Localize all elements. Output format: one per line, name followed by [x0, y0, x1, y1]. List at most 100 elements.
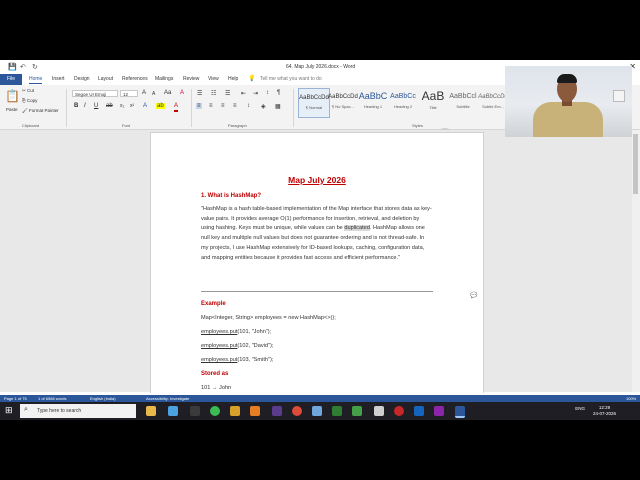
word-icon[interactable] — [455, 406, 465, 418]
decrease-indent-icon[interactable]: ⇤ — [241, 90, 246, 97]
style-title[interactable]: AaB Title — [418, 88, 448, 116]
shading-icon[interactable]: ◈ — [261, 103, 266, 110]
app-icon[interactable] — [414, 406, 424, 416]
shrink-font-icon[interactable]: A — [152, 91, 155, 97]
app-icon[interactable] — [394, 406, 404, 416]
style-subtitle[interactable]: AaBbCcl Subtitle — [448, 88, 478, 116]
body-paragraph: "HashMap is a hash table-based implement… — [201, 206, 432, 261]
app-icon[interactable] — [272, 406, 282, 416]
page-count[interactable]: Page 1 of 75 — [4, 396, 27, 401]
lightbulb-icon: 💡 — [248, 76, 256, 82]
vlc-icon[interactable] — [250, 406, 260, 416]
tab-mailings[interactable]: Mailings — [155, 76, 173, 82]
font-family-select[interactable]: Segoe UI Emoji — [72, 90, 118, 97]
taskbar-search[interactable]: ⌕ Type here to search — [20, 404, 136, 418]
undo-icon[interactable]: ↶ — [20, 63, 26, 71]
app-icon[interactable] — [190, 406, 200, 416]
zoom-level[interactable]: 100% — [626, 396, 636, 401]
tab-home[interactable]: Home — [29, 76, 43, 84]
app-icon[interactable] — [230, 406, 240, 416]
format-painter-button[interactable]: 🖌 Format Painter — [22, 108, 59, 114]
tab-help[interactable]: Help — [228, 76, 238, 82]
language-indicator[interactable]: English (India) — [90, 396, 116, 401]
status-bar: Page 1 of 75 1 of 6586 words English (In… — [0, 395, 640, 402]
change-case-icon[interactable]: Aa — [164, 90, 171, 96]
strikethrough-icon[interactable]: ab — [106, 103, 113, 109]
align-right-icon[interactable]: ≡ — [221, 103, 225, 109]
text-effects-icon[interactable]: A — [143, 103, 147, 109]
wall-switch — [613, 90, 625, 102]
vertical-scrollbar[interactable] — [632, 130, 640, 392]
align-center-icon[interactable]: ≡ — [209, 103, 213, 109]
highlight-icon[interactable]: ab — [156, 103, 165, 109]
tab-design[interactable]: Design — [74, 76, 90, 82]
increase-indent-icon[interactable]: ⇥ — [253, 90, 258, 97]
tab-review[interactable]: Review — [183, 76, 199, 82]
horizontal-rule — [201, 291, 433, 292]
person-body — [533, 102, 603, 137]
bold-icon[interactable]: B — [74, 103, 78, 109]
underline-icon[interactable]: U — [94, 103, 98, 109]
font-color-icon[interactable]: A — [174, 103, 179, 112]
numbering-icon[interactable]: ☷ — [211, 90, 216, 97]
tab-references[interactable]: References — [122, 76, 148, 82]
save-icon[interactable]: 💾 — [8, 63, 17, 71]
app-icon[interactable] — [312, 406, 322, 416]
redo-icon[interactable]: ↻ — [32, 63, 38, 71]
show-formatting-icon[interactable]: ¶ — [277, 90, 280, 96]
bullets-icon[interactable]: ☰ — [197, 90, 202, 97]
app-icon[interactable] — [210, 406, 220, 416]
app-icon[interactable] — [332, 406, 342, 416]
chrome-icon[interactable] — [292, 406, 302, 416]
tab-layout[interactable]: Layout — [98, 76, 113, 82]
borders-icon[interactable]: ▦ — [275, 103, 281, 110]
align-left-icon[interactable]: ≡ — [196, 103, 202, 109]
justify-icon[interactable]: ≡ — [233, 103, 237, 109]
copy-button[interactable]: ⎘ Copy — [22, 98, 37, 103]
app-icon[interactable] — [434, 406, 444, 416]
italic-icon[interactable]: I — [84, 103, 86, 109]
superscript-icon[interactable]: x² — [130, 103, 134, 109]
windows-start-icon[interactable]: ⊞ — [5, 405, 13, 416]
app-icon[interactable] — [374, 406, 384, 416]
code-line: 101 → John — [201, 385, 232, 391]
app-icon[interactable] — [168, 406, 178, 416]
tell-me-search[interactable]: Tell me what you want to do — [260, 76, 322, 82]
app-icon[interactable] — [352, 406, 362, 416]
word-count[interactable]: 1 of 6586 words — [38, 396, 66, 401]
paste-button[interactable]: Paste — [6, 107, 18, 112]
document-heading: Map July 2026 — [288, 175, 346, 185]
sort-icon[interactable]: ↕ — [266, 90, 269, 96]
section-heading: 1. What is HashMap? — [201, 193, 262, 199]
scrollbar-thumb[interactable] — [633, 134, 638, 194]
clipboard-group-label: Clipboard — [22, 123, 40, 128]
style-normal[interactable]: AaBbCcDd ¶ Normal — [298, 88, 330, 118]
style-no-spacing[interactable]: AaBbCcDd ¶ No Spac... — [328, 88, 358, 116]
screen: 💾 ↶ ↻ 64. Map July 2026.docx - Word ✕ Fi… — [0, 60, 640, 420]
line-spacing-icon[interactable]: ↕ — [247, 103, 250, 109]
tab-insert[interactable]: Insert — [52, 76, 65, 82]
tab-file[interactable]: File — [0, 74, 22, 85]
clear-formatting-icon[interactable]: A — [180, 90, 184, 96]
document-page[interactable]: Map July 2026 1. What is HashMap? "HashM… — [150, 132, 484, 393]
accessibility-indicator[interactable]: Accessibility: Investigate — [146, 396, 189, 401]
style-subtle-emphasis[interactable]: AaBbCcDd Subtle Em... — [478, 88, 508, 116]
style-heading-1[interactable]: AaBbC Heading 1 — [358, 88, 388, 116]
styles-group-label: Styles — [412, 123, 423, 128]
subscript-icon[interactable]: x₂ — [120, 103, 124, 109]
language-tray[interactable]: ENG — [575, 406, 585, 411]
webcam-overlay — [505, 66, 632, 137]
cut-button[interactable]: ✂ Cut — [22, 88, 34, 94]
window-title: 64. Map July 2026.docx - Word — [286, 64, 356, 70]
font-size-select[interactable]: 12 — [120, 90, 138, 97]
clock[interactable]: 12:29 24-07-2026 — [593, 405, 616, 417]
paste-icon[interactable]: 📋 — [5, 89, 20, 103]
grow-font-icon[interactable]: A — [142, 90, 146, 96]
taskbar: ⊞ ⌕ Type here to search ENG 12:29 24-07-2… — [0, 402, 640, 420]
multilevel-list-icon[interactable]: ☰ — [225, 90, 230, 97]
style-heading-2[interactable]: AaBbCc Heading 2 — [388, 88, 418, 116]
tab-view[interactable]: View — [208, 76, 219, 82]
comment-icon[interactable]: 💬 — [470, 292, 477, 299]
file-explorer-icon[interactable] — [146, 406, 156, 416]
search-icon: ⌕ — [24, 406, 28, 413]
